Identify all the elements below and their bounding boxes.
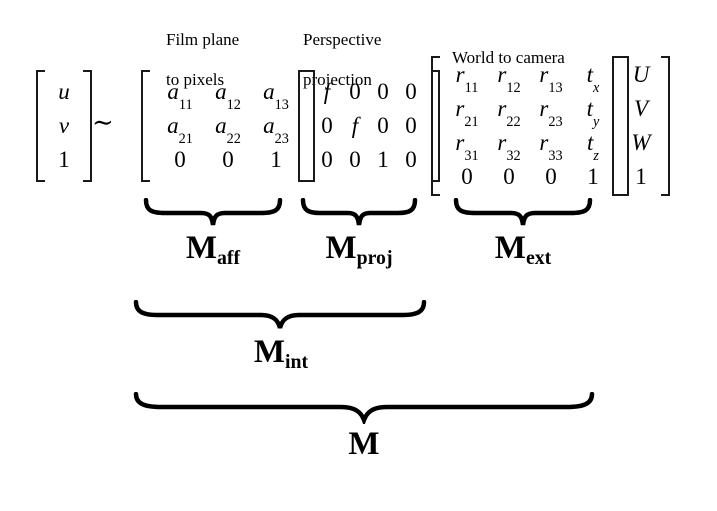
label-m-aff: Maff xyxy=(185,230,241,270)
cell-r11: r11 xyxy=(455,62,479,96)
cell-a13: a13 xyxy=(263,79,289,113)
cell-zero: 0 xyxy=(405,113,417,138)
bracket-left xyxy=(298,70,307,182)
matrix-cells: r11 r12 r13 tx r21 r22 r23 ty r31 r32 r3… xyxy=(440,56,620,196)
cell-r32: r32 xyxy=(497,130,521,164)
cell-r21: r21 xyxy=(455,96,479,130)
cell-zero: 0 xyxy=(405,147,417,172)
cell-f: f xyxy=(323,79,331,104)
cell-a11: a11 xyxy=(167,79,193,113)
matrix-row: 0 0 0 1 xyxy=(446,160,614,194)
cell-r13: r13 xyxy=(539,62,563,96)
cell-u: u xyxy=(58,79,70,104)
formula-figure: { "figure": { "type": "camera-projection… xyxy=(0,0,717,511)
cell-r22: r22 xyxy=(497,96,521,130)
matrix-row: u xyxy=(51,75,77,109)
matrix-row: v xyxy=(51,109,77,143)
matrix-row: 0 f 0 0 xyxy=(313,109,425,143)
matrix-row: W xyxy=(627,126,655,160)
matrix-row: a21 a22 a23 xyxy=(156,109,300,147)
matrix-row: 1 xyxy=(627,160,655,194)
brace-m-ext xyxy=(453,198,593,228)
cell-zero: 0 xyxy=(349,79,361,104)
cell-r23: r23 xyxy=(539,96,563,130)
proportional-symbol: ∼ xyxy=(92,108,114,137)
label-m-ext: Mext xyxy=(494,230,552,270)
cell-U: U xyxy=(632,62,650,87)
cell-a22: a22 xyxy=(215,113,241,147)
label-m-total: M xyxy=(348,426,380,462)
bracket-left xyxy=(612,56,621,196)
perspective-projection-matrix: f 0 0 0 0 f 0 0 0 0 1 0 xyxy=(298,70,440,182)
cell-one: 1 xyxy=(58,147,70,172)
label-m-proj: Mproj xyxy=(325,230,393,270)
matrix-row: r31 r32 r33 tz xyxy=(446,126,614,164)
cell-zero: 0 xyxy=(377,113,389,138)
cell-a23: a23 xyxy=(263,113,289,147)
vector-cells: u v 1 xyxy=(45,70,83,182)
caption-line-1: Film plane xyxy=(166,30,240,49)
matrix-cells: a11 a12 a13 a21 a22 a23 0 0 1 xyxy=(150,70,306,182)
brace-m-int xyxy=(133,300,429,332)
bracket-left xyxy=(431,56,440,196)
cell-r33: r33 xyxy=(539,130,563,164)
cell-zero: 0 xyxy=(321,113,333,138)
matrix-row: U xyxy=(627,58,655,92)
cell-zero: 0 xyxy=(377,79,389,104)
cell-f: f xyxy=(351,113,359,138)
cell-r12: r12 xyxy=(497,62,521,96)
cell-zero: 0 xyxy=(545,164,557,189)
cell-zero: 0 xyxy=(503,164,515,189)
brace-m-proj xyxy=(300,198,418,228)
matrix-row: 1 xyxy=(51,143,77,177)
cell-r31: r31 xyxy=(455,130,479,164)
affine-matrix: a11 a12 a13 a21 a22 a23 0 0 1 xyxy=(141,70,315,182)
cell-tx: tx xyxy=(586,62,600,96)
cell-tz: tz xyxy=(587,130,599,164)
matrix-row: a11 a12 a13 xyxy=(156,75,300,113)
matrix-row: f 0 0 0 xyxy=(313,75,425,109)
cell-v: v xyxy=(58,113,70,138)
cell-zero: 0 xyxy=(174,147,186,172)
bracket-left xyxy=(36,70,45,182)
cell-one: 1 xyxy=(635,164,647,189)
world-coordinates-vector: U V W 1 xyxy=(612,56,670,196)
cell-one: 1 xyxy=(270,147,282,172)
cell-W: W xyxy=(631,130,651,155)
cell-a21: a21 xyxy=(167,113,193,147)
cell-one: 1 xyxy=(377,147,389,172)
world-to-camera-matrix: r11 r12 r13 tx r21 r22 r23 ty r31 r32 r3… xyxy=(431,56,629,196)
cell-a12: a12 xyxy=(215,79,241,113)
matrix-row: r11 r12 r13 tx xyxy=(446,58,614,96)
cell-zero: 0 xyxy=(405,79,417,104)
cell-zero: 0 xyxy=(349,147,361,172)
caption-line-1: Perspective xyxy=(303,30,382,49)
cell-zero: 0 xyxy=(321,147,333,172)
image-coordinates-vector: u v 1 xyxy=(36,70,92,182)
label-m-int: Mint xyxy=(253,334,309,374)
matrix-row: V xyxy=(627,92,655,126)
matrix-row: r21 r22 r23 ty xyxy=(446,92,614,130)
matrix-row: 0 0 1 xyxy=(156,143,300,177)
brace-m-aff xyxy=(143,198,283,228)
vector-cells: U V W 1 xyxy=(621,56,661,196)
cell-ty: ty xyxy=(586,96,600,130)
bracket-right xyxy=(661,56,670,196)
cell-one: 1 xyxy=(587,164,599,189)
matrix-cells: f 0 0 0 0 f 0 0 0 0 1 0 xyxy=(307,70,431,182)
bracket-right xyxy=(83,70,92,182)
brace-m-total xyxy=(133,392,595,424)
cell-V: V xyxy=(633,96,649,121)
matrix-row: 0 0 1 0 xyxy=(313,143,425,177)
cell-zero: 0 xyxy=(461,164,473,189)
bracket-left xyxy=(141,70,150,182)
cell-zero: 0 xyxy=(222,147,234,172)
